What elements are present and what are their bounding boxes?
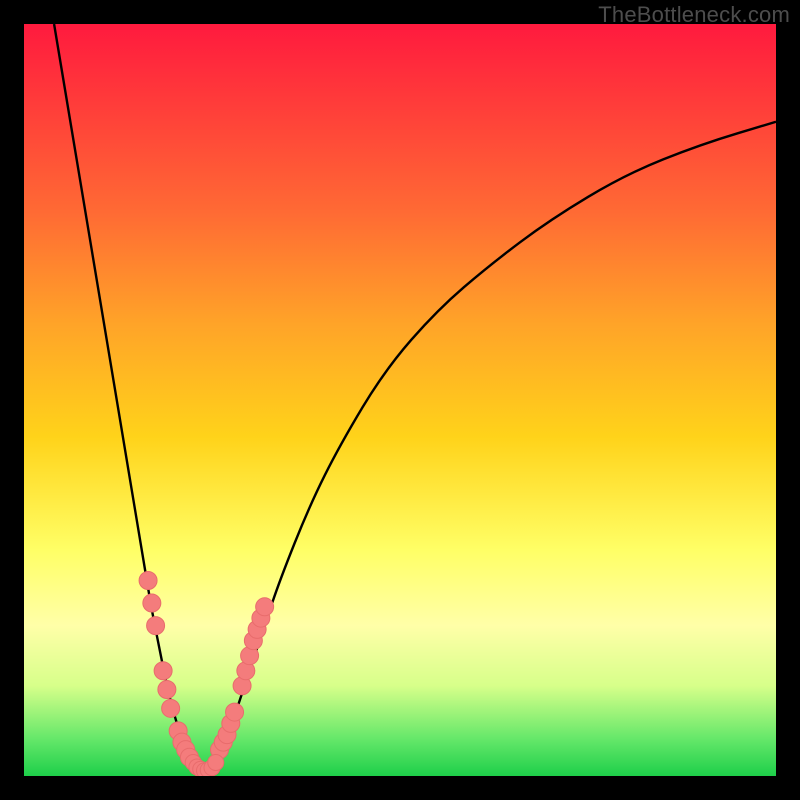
data-point [154, 662, 172, 680]
data-point [143, 594, 161, 612]
outer-frame: TheBottleneck.com [0, 0, 800, 800]
watermark-text: TheBottleneck.com [598, 2, 790, 28]
data-point [139, 571, 157, 589]
data-point [162, 699, 180, 717]
chart-svg [24, 24, 776, 776]
data-points-left [139, 571, 198, 766]
data-point [147, 617, 165, 635]
data-points-valley [185, 754, 224, 776]
data-points-right [211, 598, 274, 759]
data-point [208, 754, 224, 770]
left-curve [54, 24, 204, 772]
data-point [158, 681, 176, 699]
data-point [226, 703, 244, 721]
data-point [256, 598, 274, 616]
right-curve [204, 122, 776, 772]
plot-area [24, 24, 776, 776]
